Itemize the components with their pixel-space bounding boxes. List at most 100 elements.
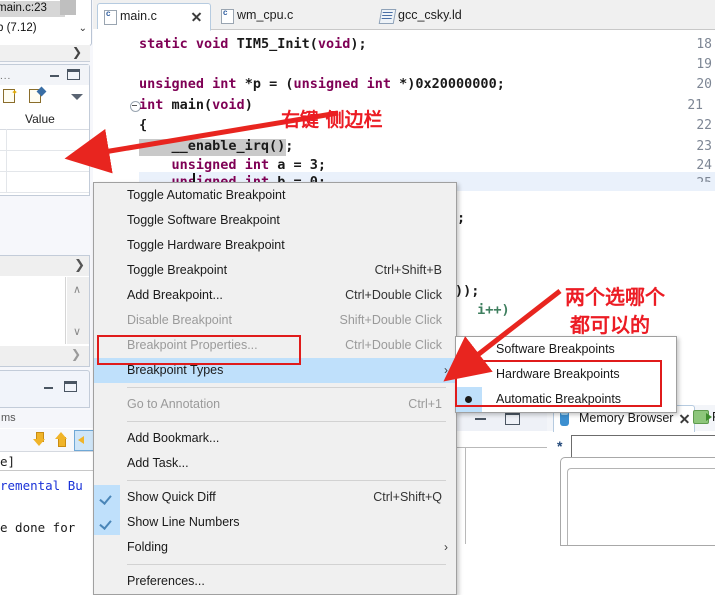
- left-scrollbar-thumb[interactable]: [60, 0, 76, 15]
- code-fragment: ;: [457, 210, 466, 226]
- secondary-view: ❯ ∧ ∨ ❯: [0, 255, 90, 367]
- menu-separator: [127, 387, 446, 388]
- console-line: remental Bu: [0, 478, 83, 493]
- console-line: e done for: [0, 520, 76, 535]
- console-toolbar: [0, 429, 93, 452]
- version-label: b (7.12): [0, 22, 37, 34]
- breakpoint-types-submenu[interactable]: Software Breakpoints Hardware Breakpoint…: [455, 336, 677, 413]
- console-title-bar: ms: [0, 410, 93, 428]
- code-fragment: ));: [455, 283, 480, 299]
- menu-item-add-breakpoint[interactable]: Add Breakpoint... Ctrl+Double Click: [94, 283, 456, 308]
- editor-tab-gcc-csky-ld[interactable]: gcc_csky.ld: [374, 3, 484, 29]
- menu-separator: [127, 564, 446, 565]
- variables-row[interactable]: [0, 171, 89, 193]
- menu-item-label: Toggle Automatic Breakpoint: [127, 188, 286, 202]
- menu-separator: [127, 421, 446, 422]
- maximize-icon[interactable]: [67, 69, 80, 80]
- memory-browser-panel: Memory Browser Pr *: [455, 405, 715, 546]
- menu-item-label: Show Line Numbers: [127, 515, 240, 529]
- variables-view: ... ✦ Value: [0, 64, 90, 196]
- menu-item-toggle-software-breakpoint[interactable]: Toggle Software Breakpoint: [94, 208, 456, 233]
- new-view-icon[interactable]: ✦: [3, 88, 18, 103]
- radio-selected-icon: [456, 387, 482, 412]
- close-icon[interactable]: [191, 11, 202, 22]
- breakpoint-selector-box[interactable]: main.c:23 b (7.12) ⌄: [0, 0, 92, 46]
- edit-view-icon[interactable]: [29, 86, 47, 103]
- memory-browser-body: [560, 457, 715, 546]
- menu-item-add-task[interactable]: Add Task...: [94, 451, 456, 476]
- submenu-item-software-breakpoints[interactable]: Software Breakpoints: [456, 337, 676, 362]
- menu-item-accel: Ctrl+Double Click: [345, 288, 442, 302]
- chevron-right-icon[interactable]: ❯: [72, 45, 82, 59]
- menu-item-toggle-breakpoint[interactable]: Toggle Breakpoint Ctrl+Shift+B: [94, 258, 456, 283]
- chevron-right-icon[interactable]: ❯: [74, 257, 85, 273]
- menu-item-show-quick-diff[interactable]: Show Quick Diff Ctrl+Shift+Q: [94, 485, 456, 510]
- maximize-icon[interactable]: [64, 381, 77, 392]
- menu-item-label: Add Task...: [127, 456, 189, 470]
- tertiary-view-header: [0, 370, 90, 408]
- submenu-item-automatic-breakpoints[interactable]: Automatic Breakpoints: [456, 387, 676, 412]
- menu-item-accel: Ctrl+1: [408, 397, 442, 411]
- menu-item-breakpoint-properties: Breakpoint Properties... Ctrl+Double Cli…: [94, 333, 456, 358]
- variables-view-toolbar: ...: [0, 65, 89, 85]
- memory-icon: [560, 411, 569, 426]
- chevron-right-icon[interactable]: ❯: [71, 347, 81, 361]
- value-column-label: Value: [25, 112, 55, 126]
- line-number: 23: [696, 139, 712, 154]
- minimize-icon[interactable]: [50, 72, 59, 77]
- left-expand-row[interactable]: ❯: [0, 45, 90, 62]
- check-icon: [94, 510, 120, 535]
- properties-icon: [693, 410, 712, 424]
- view-overflow-dots[interactable]: ...: [0, 71, 11, 82]
- maximize-icon[interactable]: [505, 412, 520, 425]
- view-menu-icon[interactable]: [71, 94, 83, 100]
- variables-toolbar: ✦: [0, 86, 89, 108]
- scroll-up-icon[interactable]: ∧: [73, 283, 81, 296]
- menu-item-label: Go to Annotation: [127, 397, 221, 411]
- menu-item-show-line-numbers[interactable]: Show Line Numbers: [94, 510, 456, 535]
- scroll-lock-icon[interactable]: [74, 430, 93, 451]
- menu-item-accel: Ctrl+Shift+Q: [373, 490, 442, 504]
- menu-item-label: Breakpoint Types: [127, 363, 224, 377]
- menu-item-breakpoint-types[interactable]: Breakpoint Types ›: [94, 358, 456, 383]
- menu-separator: [127, 480, 446, 481]
- annotation-note-gutter: 右键 侧边栏: [281, 109, 383, 131]
- secondary-view-footer[interactable]: ❯: [0, 346, 89, 366]
- menu-item-toggle-automatic-breakpoint[interactable]: Toggle Automatic Breakpoint: [94, 183, 456, 208]
- variables-row[interactable]: [0, 129, 89, 151]
- submenu-item-hardware-breakpoints[interactable]: Hardware Breakpoints: [456, 362, 676, 387]
- minimize-icon[interactable]: [44, 384, 53, 389]
- line-number: 19: [696, 57, 712, 72]
- scroll-up-arrow-icon[interactable]: [54, 432, 68, 447]
- line-number: 21: [687, 98, 703, 113]
- code-line: {: [139, 117, 148, 133]
- menu-item-label: Breakpoint Properties...: [127, 338, 258, 352]
- editor-tab-label: gcc_csky.ld: [398, 8, 462, 22]
- annotation-note-choice-line1: 两个选哪个: [565, 285, 665, 309]
- menu-item-add-bookmark[interactable]: Add Bookmark...: [94, 426, 456, 451]
- variables-row[interactable]: [0, 150, 89, 172]
- close-icon[interactable]: [679, 413, 690, 424]
- editor-tab-wm-cpu-c[interactable]: wm_cpu.c: [215, 3, 315, 29]
- menu-item-toggle-hardware-breakpoint[interactable]: Toggle Hardware Breakpoint: [94, 233, 456, 258]
- gutter-context-menu[interactable]: Toggle Automatic Breakpoint Toggle Softw…: [93, 182, 457, 595]
- value-column-header: Value: [0, 110, 89, 130]
- c-file-icon: [104, 9, 117, 25]
- linker-script-icon: [378, 9, 397, 24]
- tab-label: Memory Browser: [579, 411, 674, 425]
- editor-tab-main-c[interactable]: main.c: [97, 3, 211, 31]
- secondary-view-header[interactable]: ❯: [0, 256, 89, 276]
- menu-item-label: Disable Breakpoint: [127, 313, 232, 327]
- submenu-item-label: Hardware Breakpoints: [496, 367, 620, 381]
- menu-item-accel: Ctrl+Double Click: [345, 338, 442, 352]
- chevron-down-icon[interactable]: ⌄: [79, 23, 87, 34]
- secondary-view-scrollbar[interactable]: ∧ ∨: [67, 277, 89, 344]
- minimize-icon[interactable]: [475, 415, 486, 420]
- scroll-down-icon[interactable]: ∨: [73, 325, 81, 338]
- memory-address-input[interactable]: [571, 435, 715, 459]
- scroll-down-arrow-icon[interactable]: [32, 432, 46, 447]
- breakpoint-marker-icon[interactable]: [94, 140, 104, 149]
- menu-item-preferences[interactable]: Preferences...: [94, 569, 456, 594]
- menu-item-folding[interactable]: Folding ›: [94, 535, 456, 560]
- left-panel: main.c:23 b (7.12) ⌄ ❯ ... ✦ Value ❯ ∧ ∨…: [0, 0, 93, 544]
